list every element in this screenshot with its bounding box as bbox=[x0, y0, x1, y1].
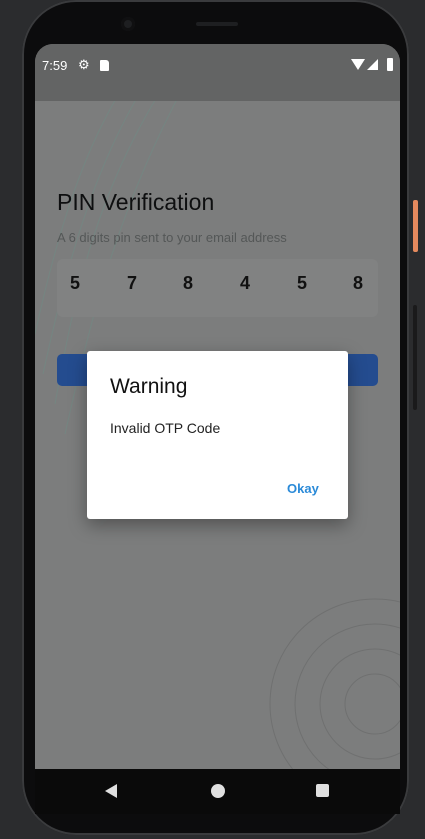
battery-icon bbox=[387, 58, 393, 71]
status-bar: 7:59 ⚙ bbox=[35, 44, 400, 101]
dialog-message: Invalid OTP Code bbox=[110, 420, 221, 436]
power-button[interactable] bbox=[413, 200, 418, 252]
pin-digit-5[interactable]: 5 bbox=[290, 273, 314, 294]
signal-icon bbox=[367, 59, 378, 70]
pin-input-row[interactable]: 5 7 8 4 5 8 bbox=[57, 259, 378, 317]
dialog-title: Warning bbox=[110, 375, 188, 398]
app-screen: 7:59 ⚙ PIN Verification A 6 digits pin s… bbox=[35, 44, 400, 814]
camera-icon bbox=[121, 17, 135, 31]
pin-digit-1[interactable]: 5 bbox=[63, 273, 87, 294]
pin-digit-4[interactable]: 4 bbox=[233, 273, 257, 294]
speaker-grille bbox=[196, 22, 238, 26]
back-icon[interactable] bbox=[105, 784, 117, 798]
okay-button[interactable]: Okay bbox=[287, 481, 319, 496]
navigation-bar bbox=[35, 769, 400, 814]
sd-card-icon bbox=[100, 60, 109, 71]
pin-digit-2[interactable]: 7 bbox=[120, 273, 144, 294]
volume-button[interactable] bbox=[413, 305, 417, 410]
warning-dialog: Warning Invalid OTP Code Okay bbox=[87, 351, 348, 519]
home-icon[interactable] bbox=[211, 784, 225, 798]
wifi-icon bbox=[351, 59, 365, 70]
recents-icon[interactable] bbox=[316, 784, 329, 797]
gear-icon: ⚙ bbox=[78, 57, 90, 72]
page-subtitle: A 6 digits pin sent to your email addres… bbox=[57, 230, 287, 245]
page-title: PIN Verification bbox=[57, 189, 215, 215]
pin-digit-6[interactable]: 8 bbox=[346, 273, 370, 294]
status-time: 7:59 bbox=[42, 58, 68, 73]
pin-digit-3[interactable]: 8 bbox=[176, 273, 200, 294]
